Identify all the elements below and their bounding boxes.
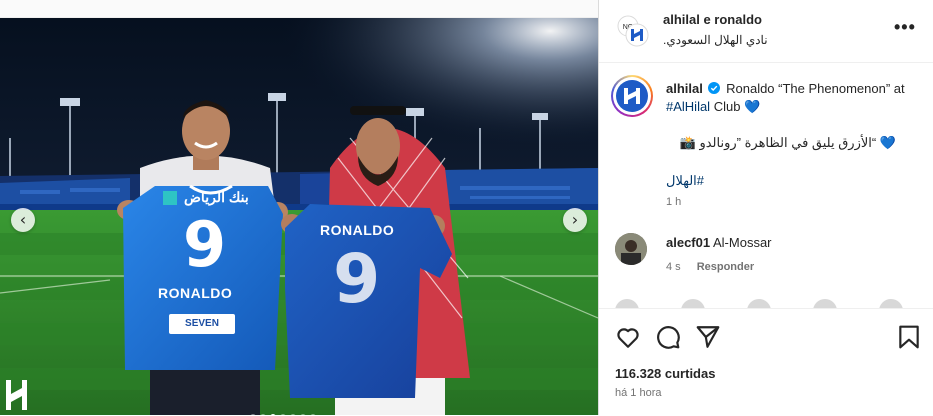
carousel-prev-button[interactable]: ‹ <box>11 208 35 232</box>
header-username[interactable]: alhilal e ronaldo <box>663 12 762 27</box>
caption-arabic-line: 💙 “الأزرق يليق في الظاهرة ”رونالدو 📸 <box>679 135 896 150</box>
comment-text: alecf01 Al-Mossar <box>666 235 772 250</box>
jersey-right-name: RONALDO <box>320 222 395 238</box>
jersey-right-number: 9 <box>333 240 381 319</box>
jersey-left-sponsor: بنك الرياض <box>184 189 249 205</box>
comment-time[interactable]: 4 s <box>666 261 681 273</box>
caption-username[interactable]: alhilal <box>666 81 703 96</box>
collab-avatar[interactable]: NO <box>617 15 649 47</box>
caption-section: alhilal Ronaldo “The Phenomenon” at #AlH… <box>599 63 933 308</box>
share-icon[interactable] <box>695 324 721 350</box>
caption-body-end: Club 💙 <box>710 99 761 114</box>
post-age[interactable]: há 1 hora <box>615 387 661 399</box>
like-count[interactable]: 116.328 curtidas <box>615 366 715 381</box>
comment-icon[interactable] <box>655 324 681 350</box>
jersey-left-number: 9 <box>183 208 227 281</box>
comment-body: Al-Mossar <box>713 235 772 250</box>
post-actions: 116.328 curtidas há 1 hora <box>599 308 933 416</box>
alhilal-avatar[interactable] <box>611 75 653 117</box>
verified-icon <box>708 82 721 94</box>
caption-text: alhilal Ronaldo “The Phenomenon” at #AlH… <box>666 80 918 116</box>
hashtag-alhilal[interactable]: #الهلال <box>666 173 704 189</box>
more-options-icon[interactable]: ••• <box>894 17 916 38</box>
post-sidebar: NO alhilal e ronaldo نادي الهلال السعودي… <box>598 0 933 416</box>
next-comment-peek <box>615 299 903 308</box>
caption-timestamp[interactable]: 1 h <box>666 196 681 208</box>
reply-button[interactable]: Responder <box>697 261 754 273</box>
caption-hashtag-link[interactable]: #AlHilal <box>666 99 710 114</box>
comment-meta: 4 s Responder <box>666 261 754 273</box>
like-icon[interactable] <box>615 324 641 350</box>
post-header: NO alhilal e ronaldo نادي الهلال السعودي… <box>599 0 933 63</box>
jersey-left-name: RONALDO <box>158 285 233 301</box>
carousel-next-button[interactable]: › <box>563 208 587 232</box>
jersey-left-badge: SEVEN <box>169 314 235 334</box>
comment-username[interactable]: alecf01 <box>666 235 710 250</box>
commenter-avatar[interactable] <box>615 233 647 265</box>
alhilal-logo-icon <box>616 80 648 112</box>
caption-body: Ronaldo “The Phenomenon” at <box>726 81 905 96</box>
post-media[interactable]: بنك الرياض 9 RONALDO SEVEN RONALDO 9 ‹ › <box>0 18 598 415</box>
header-subtitle[interactable]: نادي الهلال السعودي. <box>663 33 768 47</box>
media-top-strip <box>0 0 598 18</box>
post-photo <box>0 18 598 415</box>
seven-badge-text: SEVEN <box>185 318 219 329</box>
save-icon[interactable] <box>896 324 922 350</box>
